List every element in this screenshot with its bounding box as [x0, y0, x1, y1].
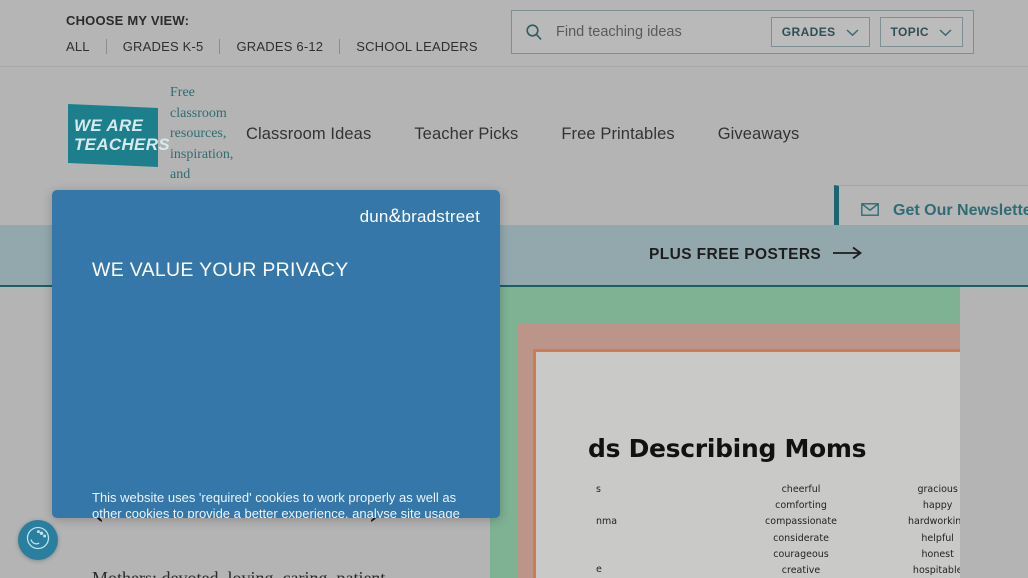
- arrow-right-icon: [833, 246, 863, 264]
- poster-word: helpful: [921, 532, 954, 544]
- dun-bradstreet-logo: dun&bradstreet: [360, 206, 480, 228]
- site-logo[interactable]: WE ARE TEACHERS: [68, 104, 170, 167]
- nav-item-giveaways[interactable]: Giveaways: [718, 125, 800, 144]
- poster-word: [596, 498, 733, 514]
- poster-word: [596, 530, 733, 546]
- brand-ampersand: &: [388, 206, 402, 227]
- promo-banner-cta[interactable]: PLUS FREE POSTERS: [649, 246, 863, 264]
- logo-line-1: WE ARE: [74, 116, 144, 136]
- grades-filter-dropdown[interactable]: GRADES: [770, 17, 870, 47]
- poster-column-1: s nma e: [546, 482, 733, 578]
- divider: [339, 39, 341, 54]
- search-bar: GRADES TOPIC: [511, 10, 974, 54]
- main-navigation: Classroom Ideas Teacher Picks Free Print…: [246, 125, 799, 144]
- poster-word: happy: [922, 500, 953, 512]
- view-link-grades-k5[interactable]: GRADES K-5: [123, 39, 204, 54]
- poster-word: gracious: [917, 484, 958, 495]
- nav-item-free-printables[interactable]: Free Printables: [561, 125, 674, 144]
- poster-column-2: cheerful comforting compassionate considera…: [733, 482, 870, 578]
- logo-line-2: TEACHERS: [74, 135, 170, 155]
- topic-filter-label: TOPIC: [890, 25, 929, 39]
- poster-word: creative: [781, 565, 821, 577]
- view-link-all[interactable]: ALL: [66, 39, 90, 54]
- poster-sheet: ds Describing Moms s nma e cheerful comfort…: [536, 352, 960, 578]
- view-link-grades-6-12[interactable]: GRADES 6-12: [236, 39, 323, 54]
- top-utility-bar: CHOOSE MY VIEW: ALL GRADES K-5 GRADES 6-…: [0, 0, 1028, 67]
- poster-word: e: [596, 564, 602, 576]
- poster-word-columns: s nma e cheerful comforting compassionate con…: [546, 482, 960, 578]
- envelope-icon: [861, 202, 879, 220]
- privacy-consent-dialog: dun&bradstreet WE VALUE YOUR PRIVACY Thi…: [52, 190, 500, 518]
- poster-word: honest: [921, 548, 954, 560]
- brand-post: bradstreet: [401, 207, 480, 226]
- poster-word: courageous: [773, 548, 829, 560]
- poster-word: cheerful: [781, 484, 821, 495]
- privacy-paragraph-1: This website uses 'required' cookies to …: [92, 490, 460, 518]
- view-link-school-leaders[interactable]: SCHOOL LEADERS: [356, 39, 478, 54]
- search-input[interactable]: [554, 23, 771, 41]
- poster-word: [596, 546, 733, 562]
- nav-item-classroom-ideas[interactable]: Classroom Ideas: [246, 125, 371, 144]
- page-root: CHOOSE MY VIEW: ALL GRADES K-5 GRADES 6-…: [0, 0, 1028, 578]
- cookie-settings-button[interactable]: [18, 520, 58, 560]
- poster-word: hardworking: [908, 516, 960, 528]
- poster-column-3: gracious happy hardworking helpful honest hos…: [869, 482, 960, 578]
- poster-title: ds Describing Moms: [588, 434, 867, 463]
- poster-word: compassionate: [765, 516, 837, 528]
- choose-my-view: CHOOSE MY VIEW: ALL GRADES K-5 GRADES 6-…: [66, 13, 478, 54]
- chevron-down-icon: [846, 28, 859, 37]
- cookie-icon: [25, 525, 51, 556]
- poster-word: hospitable: [912, 565, 960, 577]
- view-filter-links: ALL GRADES K-5 GRADES 6-12 SCHOOL LEADER…: [66, 39, 478, 54]
- choose-my-view-label: CHOOSE MY VIEW:: [66, 13, 190, 28]
- topic-filter-dropdown[interactable]: TOPIC: [879, 17, 963, 47]
- chevron-down-icon: [939, 28, 952, 37]
- privacy-dialog-heading: WE VALUE YOUR PRIVACY: [92, 259, 349, 281]
- nav-item-teacher-picks[interactable]: Teacher Picks: [414, 125, 518, 144]
- site-tagline: Free classroom resources, inspiration, a…: [170, 85, 234, 182]
- divider: [219, 39, 221, 54]
- poster-image: ds Describing Moms s nma e cheerful comfort…: [490, 287, 960, 578]
- divider: [105, 39, 107, 54]
- poster-word: considerate: [773, 532, 829, 544]
- search-icon: [524, 22, 544, 42]
- get-newsletter-label: Get Our Newsletter: [893, 202, 1028, 219]
- article-subtitle: Mothers: devoted, loving, caring, patien…: [92, 568, 386, 578]
- poster-word: nma: [596, 516, 618, 528]
- poster-word: s: [596, 484, 601, 495]
- promo-cta-label: PLUS FREE POSTERS: [649, 246, 822, 263]
- brand-pre: dun: [359, 207, 389, 226]
- poster-word: comforting: [775, 500, 827, 512]
- grades-filter-label: GRADES: [781, 25, 836, 39]
